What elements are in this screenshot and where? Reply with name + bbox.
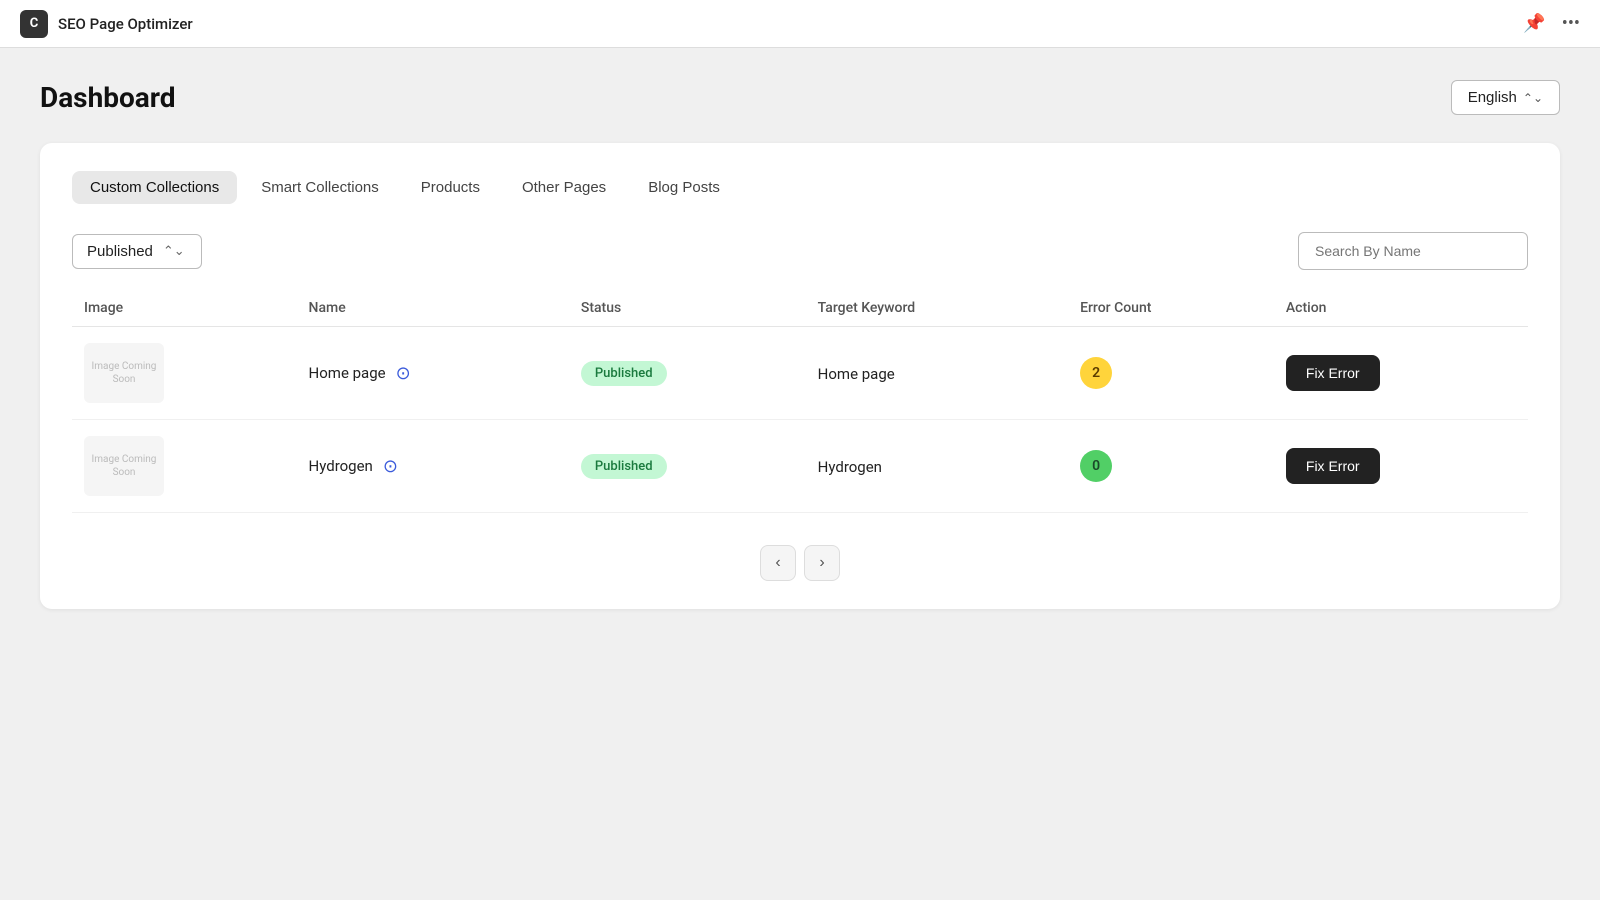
top-bar: C SEO Page Optimizer 📌 ••• [0, 0, 1600, 48]
tab-smart-collections[interactable]: Smart Collections [243, 171, 397, 204]
error-count-badge: 2 [1080, 357, 1112, 389]
fix-error-button[interactable]: Fix Error [1286, 355, 1380, 391]
language-label: English [1468, 89, 1517, 106]
col-status: Status [569, 290, 806, 327]
status-badge: Published [581, 454, 667, 479]
row-name: Home page [309, 364, 386, 382]
table-row: Image Coming Soon Home page ⊙ Published … [72, 327, 1528, 420]
status-filter-dropdown[interactable]: Published ⌃⌄ [72, 234, 202, 269]
more-options-icon[interactable]: ••• [1562, 13, 1580, 34]
app-icon: C [20, 10, 48, 38]
fix-error-button[interactable]: Fix Error [1286, 448, 1380, 484]
tabs-container: Custom Collections Smart Collections Pro… [72, 171, 1528, 204]
app-title: SEO Page Optimizer [58, 15, 193, 33]
col-target-keyword: Target Keyword [806, 290, 1068, 327]
status-badge: Published [581, 361, 667, 386]
pin-icon[interactable]: 📌 [1523, 13, 1545, 34]
filter-row: Published ⌃⌄ [72, 232, 1528, 270]
main-card: Custom Collections Smart Collections Pro… [40, 143, 1560, 609]
tab-custom-collections[interactable]: Custom Collections [72, 171, 237, 204]
chevron-updown-icon: ⌃⌄ [163, 243, 185, 259]
image-placeholder: Image Coming Soon [84, 343, 164, 403]
tab-blog-posts[interactable]: Blog Posts [630, 171, 738, 204]
next-page-button[interactable]: › [804, 545, 840, 581]
target-keyword-value: Home page [818, 365, 895, 383]
name-cell: Hydrogen ⊙ [309, 456, 557, 477]
name-cell: Home page ⊙ [309, 363, 557, 384]
prev-page-button[interactable]: ‹ [760, 545, 796, 581]
pagination: ‹ › [72, 545, 1528, 581]
col-name: Name [297, 290, 569, 327]
top-bar-left: C SEO Page Optimizer [20, 10, 193, 38]
col-action: Action [1274, 290, 1528, 327]
col-error-count: Error Count [1068, 290, 1274, 327]
tab-other-pages[interactable]: Other Pages [504, 171, 624, 204]
page-container: Dashboard English ⌃⌄ Custom Collections … [0, 48, 1600, 641]
target-keyword-value: Hydrogen [818, 458, 882, 476]
target-icon: ⊙ [396, 363, 411, 384]
table-row: Image Coming Soon Hydrogen ⊙ Published H… [72, 420, 1528, 513]
image-placeholder: Image Coming Soon [84, 436, 164, 496]
chevron-up-down-icon: ⌃⌄ [1523, 91, 1543, 105]
error-count-badge: 0 [1080, 450, 1112, 482]
status-filter-label: Published [87, 243, 153, 260]
top-bar-right: 📌 ••• [1523, 13, 1580, 34]
target-icon: ⊙ [383, 456, 398, 477]
language-selector[interactable]: English ⌃⌄ [1451, 80, 1560, 115]
data-table: Image Name Status Target Keyword Error C… [72, 290, 1528, 513]
page-title: Dashboard [40, 81, 176, 114]
search-input[interactable] [1298, 232, 1528, 270]
page-header: Dashboard English ⌃⌄ [40, 80, 1560, 115]
col-image: Image [72, 290, 297, 327]
row-name: Hydrogen [309, 457, 373, 475]
tab-products[interactable]: Products [403, 171, 498, 204]
